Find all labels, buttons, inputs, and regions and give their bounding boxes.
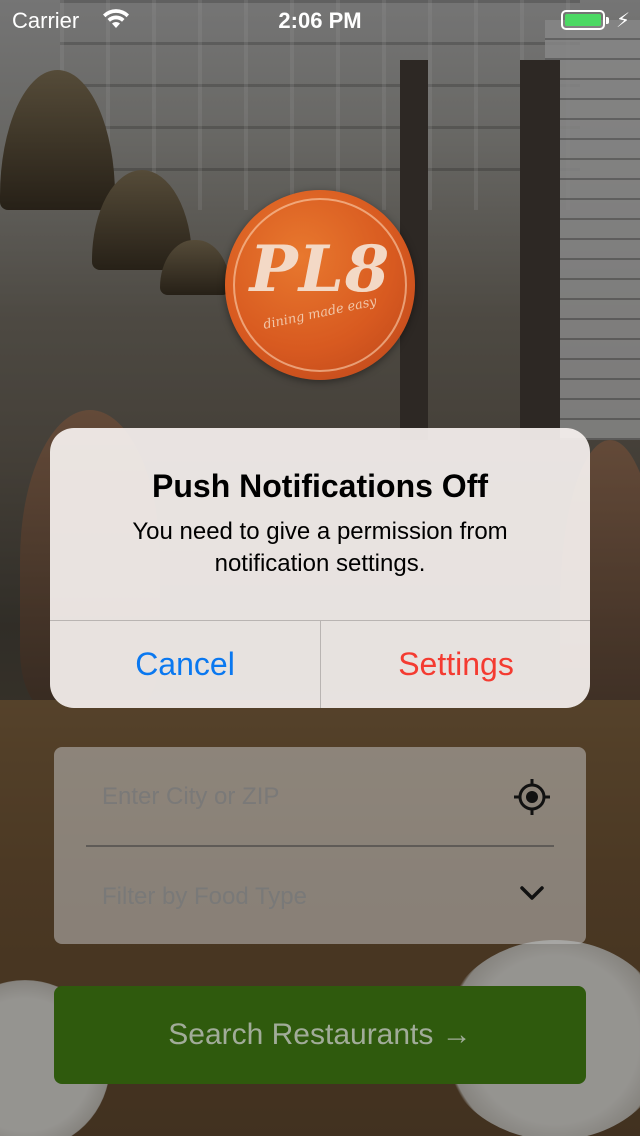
chevron-down-icon[interactable] [518,883,546,903]
search-form: Enter City or ZIP Filter by Food Type [54,747,586,944]
push-notifications-alert: Push Notifications Off You need to give … [50,428,590,708]
battery-level [565,14,601,26]
bolt-icon: ⚡ [616,10,631,32]
battery-icon [561,10,609,30]
food-type-select[interactable]: Filter by Food Type [102,883,307,911]
alert-title: Push Notifications Off [152,468,488,504]
form-divider [86,845,554,847]
settings-button[interactable]: Settings [321,621,590,708]
screen: Carrier 2:06 PM ⚡ PL8 dining made easy E… [0,0,640,1136]
pl8-logo: PL8 dining made easy [225,190,415,380]
crosshair-icon[interactable] [512,777,552,817]
battery-nub [606,17,609,24]
cancel-button[interactable]: Cancel [50,621,320,708]
clock: 2:06 PM [278,8,362,33]
search-restaurants-button[interactable]: Search Restaurants → [54,986,586,1084]
alert-message: You need to give a permission from notif… [132,518,508,577]
status-bar: Carrier 2:06 PM ⚡ [0,0,640,40]
location-input[interactable]: Enter City or ZIP [102,783,279,811]
